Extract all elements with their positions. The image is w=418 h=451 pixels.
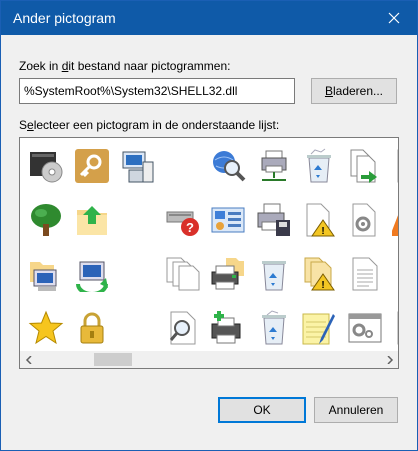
padlock-icon bbox=[80, 312, 103, 344]
window-title: Ander pictogram bbox=[13, 10, 116, 26]
change-icon-dialog: Ander pictogram Zoek in dit bestand naar… bbox=[0, 0, 418, 451]
icon-list-item[interactable] bbox=[250, 250, 298, 298]
icon-list-item[interactable] bbox=[386, 304, 398, 352]
icon-list-item[interactable] bbox=[386, 196, 398, 244]
icon-list-label: Selecteer een pictogram in de onderstaan… bbox=[19, 118, 280, 132]
chevron-right-icon bbox=[386, 355, 393, 364]
blank-icon bbox=[119, 256, 155, 292]
icon-list-item[interactable] bbox=[295, 142, 343, 190]
icon-list-item[interactable] bbox=[22, 142, 70, 190]
icon-list-item[interactable] bbox=[295, 304, 343, 352]
blank-icon bbox=[119, 310, 155, 346]
recycle-bin-icon bbox=[261, 310, 286, 345]
icon-list-item[interactable] bbox=[22, 196, 70, 244]
title-bar: Ander pictogram bbox=[1, 1, 417, 35]
browse-button[interactable]: Bladeren... bbox=[311, 78, 397, 104]
icon-list-item[interactable] bbox=[159, 142, 207, 190]
icon-list-item[interactable] bbox=[113, 196, 161, 244]
icon-list-item[interactable]: ! bbox=[295, 196, 343, 244]
icon-list-item[interactable] bbox=[204, 304, 252, 352]
icon-list-item[interactable] bbox=[113, 304, 161, 352]
icon-list-item[interactable] bbox=[250, 196, 298, 244]
icon-list-item[interactable] bbox=[159, 250, 207, 298]
network-printer-icon bbox=[261, 150, 286, 181]
document-warning-icon: ! bbox=[306, 203, 335, 237]
icon-list-item[interactable] bbox=[250, 304, 298, 352]
scroll-right-button[interactable] bbox=[381, 351, 398, 368]
gear-document-icon bbox=[397, 149, 398, 183]
icon-list-item[interactable] bbox=[341, 304, 389, 352]
icon-list-item[interactable]: T bbox=[386, 250, 399, 298]
icon-list-item[interactable] bbox=[204, 250, 252, 298]
notepad-pen-icon bbox=[302, 313, 335, 345]
tree-icon bbox=[31, 204, 61, 236]
svg-text:!: ! bbox=[321, 226, 324, 237]
horizontal-scrollbar[interactable] bbox=[20, 351, 398, 368]
recycle-bin-empty-icon bbox=[261, 261, 286, 291]
icon-list-item[interactable] bbox=[113, 142, 161, 190]
icon-list-item[interactable] bbox=[68, 304, 116, 352]
folder-warning-icon: ! bbox=[304, 257, 335, 291]
folder-up-icon bbox=[76, 206, 107, 235]
icon-list-item[interactable] bbox=[250, 142, 298, 190]
drive-error-icon: ? bbox=[166, 211, 199, 236]
scroll-thumb[interactable] bbox=[94, 353, 132, 366]
icon-list-item[interactable] bbox=[159, 304, 207, 352]
font-icon: T bbox=[392, 256, 399, 292]
search-globe-icon bbox=[213, 151, 246, 182]
text-document-icon bbox=[352, 257, 377, 291]
icon-list-item[interactable]: ! bbox=[295, 250, 343, 298]
file-path-input[interactable] bbox=[19, 78, 295, 104]
document-arrow-icon bbox=[350, 149, 377, 183]
icon-list-item[interactable] bbox=[113, 250, 161, 298]
icon-list-item[interactable] bbox=[386, 142, 398, 190]
icon-list-item[interactable] bbox=[68, 196, 116, 244]
sync-computer-icon bbox=[75, 261, 108, 292]
icon-list[interactable]: ?!! T bbox=[19, 137, 399, 369]
svg-text:!: ! bbox=[321, 280, 324, 291]
search-document-icon bbox=[169, 311, 195, 345]
close-button[interactable] bbox=[371, 1, 417, 35]
icon-list-item[interactable] bbox=[22, 304, 70, 352]
network-computer-icon bbox=[122, 151, 154, 183]
gear-document-icon bbox=[352, 203, 375, 237]
add-printer-icon bbox=[211, 311, 241, 344]
cancel-button[interactable]: Annuleren bbox=[314, 397, 398, 423]
ok-button[interactable]: OK bbox=[218, 397, 306, 423]
recycle-bin-full-icon bbox=[307, 148, 331, 183]
star-icon bbox=[28, 310, 64, 345]
icon-list-item[interactable] bbox=[341, 250, 389, 298]
window-gear-icon bbox=[348, 313, 381, 343]
scroll-left-button[interactable] bbox=[20, 351, 37, 368]
dvd-drive-icon bbox=[30, 152, 63, 183]
computer-folder-icon bbox=[30, 262, 57, 291]
icon-list-item[interactable] bbox=[341, 142, 389, 190]
svg-text:?: ? bbox=[186, 220, 194, 235]
icon-list-item[interactable] bbox=[341, 196, 389, 244]
control-panel-icon bbox=[211, 207, 245, 233]
icon-list-item[interactable] bbox=[68, 250, 116, 298]
blank-icon bbox=[165, 148, 201, 184]
icon-list-item[interactable] bbox=[68, 142, 116, 190]
presentation-icon bbox=[397, 311, 398, 345]
documents-stack-icon bbox=[166, 257, 199, 291]
blank-icon bbox=[119, 202, 155, 238]
icon-list-item[interactable] bbox=[22, 250, 70, 298]
icon-list-item[interactable]: ? bbox=[159, 196, 207, 244]
close-icon bbox=[388, 12, 400, 24]
key-icon bbox=[74, 149, 109, 183]
icon-list-item[interactable] bbox=[204, 142, 252, 190]
chevron-left-icon bbox=[25, 355, 32, 364]
printer-disk-icon bbox=[257, 203, 290, 236]
icon-list-item[interactable] bbox=[204, 196, 252, 244]
file-field-label: Zoek in dit bestand naar pictogrammen: bbox=[19, 59, 231, 73]
printer-folder-icon bbox=[211, 258, 244, 290]
warning-icon bbox=[392, 215, 398, 236]
